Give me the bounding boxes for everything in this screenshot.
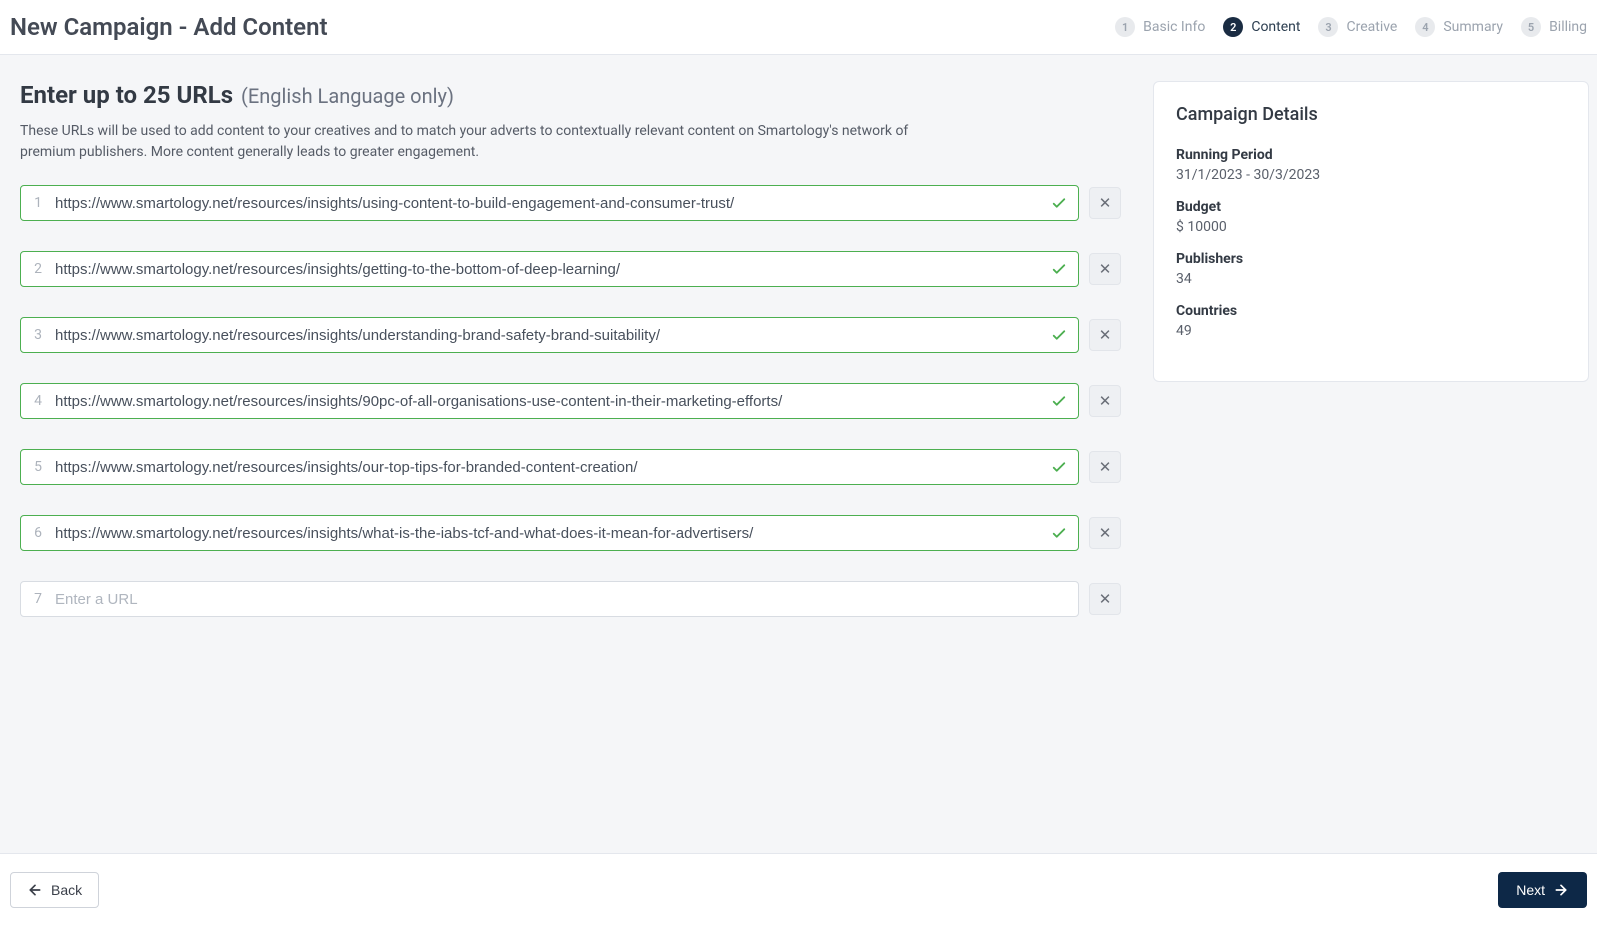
url-input[interactable] [45,525,1050,542]
details-list: Running Period 31/1/2023 - 30/3/2023 Budge… [1176,147,1566,339]
page-title: New Campaign - Add Content [10,13,328,41]
detail-block: Running Period 31/1/2023 - 30/3/2023 [1176,147,1566,183]
close-icon: ✕ [1099,458,1112,476]
check-icon [1050,326,1068,344]
url-input-container: 5 [20,449,1079,485]
wizard-step-content[interactable]: 2 Content [1223,17,1300,37]
check-icon [1050,194,1068,212]
remove-url-button[interactable]: ✕ [1089,583,1121,615]
wizard-step-basic-info[interactable]: 1 Basic Info [1115,17,1205,37]
detail-value: 31/1/2023 - 30/3/2023 [1176,167,1566,183]
back-button-label: Back [51,882,82,898]
detail-label: Running Period [1176,147,1566,163]
wizard-step-summary[interactable]: 4 Summary [1415,17,1503,37]
url-index: 2 [31,261,45,277]
remove-url-button[interactable]: ✕ [1089,451,1121,483]
url-index: 4 [31,393,45,409]
detail-value: 34 [1176,271,1566,287]
url-index: 3 [31,327,45,343]
check-icon [1050,524,1068,542]
url-index: 1 [31,195,45,211]
url-input[interactable] [45,393,1050,410]
header: New Campaign - Add Content 1Basic Info2C… [0,0,1597,55]
detail-block: Publishers 34 [1176,251,1566,287]
url-input-container: 1 [20,185,1079,221]
url-row: 6✕ [20,515,1121,551]
step-number: 3 [1318,17,1338,37]
url-input-container: 6 [20,515,1079,551]
step-label: Basic Info [1143,19,1205,35]
url-input[interactable] [45,591,1068,608]
url-input-container: 7 [20,581,1079,617]
detail-block: Budget $ 10000 [1176,199,1566,235]
url-index: 6 [31,525,45,541]
detail-value: 49 [1176,323,1566,339]
url-input-container: 2 [20,251,1079,287]
remove-url-button[interactable]: ✕ [1089,319,1121,351]
remove-url-button[interactable]: ✕ [1089,385,1121,417]
wizard-step-billing[interactable]: 5 Billing [1521,17,1587,37]
detail-block: Countries 49 [1176,303,1566,339]
url-index: 5 [31,459,45,475]
step-label: Creative [1346,19,1397,35]
url-row: 5✕ [20,449,1121,485]
url-row: 1✕ [20,185,1121,221]
footer: Back Next [0,853,1597,925]
step-number: 2 [1223,17,1243,37]
step-label: Summary [1443,19,1503,35]
url-input-container: 4 [20,383,1079,419]
wizard-steps: 1 Basic Info 2 Content 3 Creative 4 Summary 5 Bil… [1115,17,1587,37]
next-button[interactable]: Next [1498,872,1587,908]
url-input[interactable] [45,459,1050,476]
close-icon: ✕ [1099,392,1112,410]
section-heading: Enter up to 25 URLs [20,81,233,109]
close-icon: ✕ [1099,524,1112,542]
sidebar-title: Campaign Details [1176,104,1566,125]
step-number: 4 [1415,17,1435,37]
close-icon: ✕ [1099,260,1112,278]
content-area: Enter up to 25 URLs (English Language on… [8,55,1589,617]
main-column: Enter up to 25 URLs (English Language on… [8,81,1133,617]
url-list: 1✕2✕3✕4✕5✕6✕7✕ [20,185,1121,617]
url-row: 3✕ [20,317,1121,353]
detail-label: Budget [1176,199,1566,215]
step-number: 1 [1115,17,1135,37]
url-input[interactable] [45,327,1050,344]
section-description: These URLs will be used to add content t… [20,121,960,163]
check-icon [1050,458,1068,476]
url-input[interactable] [45,195,1050,212]
back-button[interactable]: Back [10,872,99,908]
detail-label: Publishers [1176,251,1566,267]
campaign-details-panel: Campaign Details Running Period 31/1/2023… [1153,81,1589,382]
detail-label: Countries [1176,303,1566,319]
next-button-label: Next [1516,882,1545,898]
heading-row: Enter up to 25 URLs (English Language on… [20,81,1121,109]
step-label: Billing [1549,19,1587,35]
url-row: 2✕ [20,251,1121,287]
arrow-right-icon [1553,882,1569,898]
url-input-container: 3 [20,317,1079,353]
url-input[interactable] [45,261,1050,278]
remove-url-button[interactable]: ✕ [1089,517,1121,549]
url-row: 4✕ [20,383,1121,419]
check-icon [1050,260,1068,278]
section-heading-sub: (English Language only) [241,84,454,108]
close-icon: ✕ [1099,590,1112,608]
remove-url-button[interactable]: ✕ [1089,253,1121,285]
close-icon: ✕ [1099,194,1112,212]
remove-url-button[interactable]: ✕ [1089,187,1121,219]
close-icon: ✕ [1099,326,1112,344]
wizard-step-creative[interactable]: 3 Creative [1318,17,1397,37]
url-index: 7 [31,591,45,607]
step-label: Content [1251,19,1300,35]
check-icon [1050,392,1068,410]
step-number: 5 [1521,17,1541,37]
arrow-left-icon [27,882,43,898]
url-row: 7✕ [20,581,1121,617]
detail-value: $ 10000 [1176,219,1566,235]
